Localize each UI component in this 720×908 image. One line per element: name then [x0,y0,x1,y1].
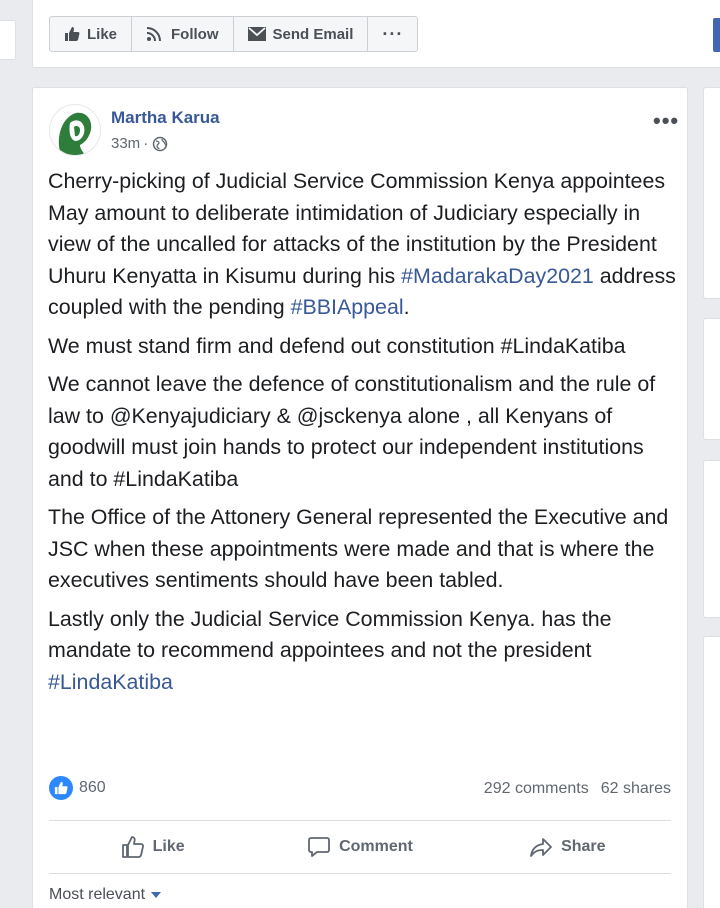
post-timestamp[interactable]: 33m [111,135,140,152]
hashtag-link[interactable]: #LindaKatiba [48,670,173,694]
share-label: Share [561,838,606,855]
author-name[interactable]: Martha Karua [111,108,220,128]
page-actions-bar: Like Follow Send Email ··· [49,16,419,52]
page-more-button[interactable]: ··· [368,17,417,51]
left-panel-edge [0,20,16,60]
page-like-button[interactable]: Like [50,17,133,51]
hashtag-link[interactable]: #BBIAppeal [291,295,404,319]
like-label: Like [152,838,185,855]
post-meta: 33m · [111,135,168,152]
right-sidebar-card [703,636,720,908]
page-actions-card: Like Follow Send Email ··· [32,0,720,68]
like-button[interactable]: Like [49,821,256,873]
right-sidebar-card [703,318,720,440]
post-text: Cherry-picking of Judicial Service Commi… [48,166,676,705]
comment-label: Comment [339,838,413,855]
page-like-label: Like [87,25,118,43]
caret-down-icon [151,892,162,898]
post-text-segment: . [403,295,410,319]
post-action-bar: Like Comment Share [49,821,671,873]
right-sidebar-card [703,87,720,299]
post-text-segment: We must stand firm and defend out consti… [48,333,626,358]
more-dots-icon: ··· [382,23,404,44]
post-paragraph: We cannot leave the defence of constitut… [48,369,676,495]
reaction-count: 860 [79,779,106,796]
post-paragraph: The Office of the Attonery General repre… [48,502,676,597]
meta-separator: · [143,135,149,152]
post-options-icon[interactable]: ••• [653,108,679,134]
share-arrow-icon [530,838,552,857]
thumbs-up-outline-icon [121,836,144,858]
right-sidebar-card [703,460,720,618]
follow-button[interactable]: Follow [132,17,234,51]
reaction-summary[interactable]: 860 [49,776,106,800]
like-reaction-icon [49,776,73,800]
post-text-segment: Lastly only the Judicial Service Commiss… [48,606,612,663]
thumbs-up-icon [65,27,80,41]
divider [49,873,671,874]
engagement-counts: 292 comments 62 shares [484,780,671,798]
post-paragraph: We must stand firm and defend out consti… [48,331,676,363]
post-paragraph: Cherry-picking of Judicial Service Commi… [48,166,676,324]
post-paragraph: Lastly only the Judicial Service Commiss… [48,604,676,699]
author-avatar[interactable] [49,104,101,156]
comment-button[interactable]: Comment [256,821,463,873]
share-button[interactable]: Share [464,821,671,873]
comment-bubble-icon [308,837,330,857]
comment-sort-label: Most relevant [49,886,146,903]
post-text-segment: We cannot leave the defence of constitut… [48,372,656,491]
profile-portrait-icon [50,105,100,155]
comment-sort-dropdown[interactable]: Most relevant [49,886,162,904]
shares-count-link[interactable]: 62 shares [601,780,671,798]
globe-icon [152,136,168,151]
envelope-icon [247,27,266,41]
comments-count-link[interactable]: 292 comments [484,780,589,798]
send-email-button[interactable]: Send Email [234,17,369,51]
follow-label: Follow [171,25,219,43]
primary-action-button-edge[interactable] [713,18,720,52]
post-text-segment: The Office of the Attonery General repre… [48,505,669,592]
post-card: Martha Karua 33m · ••• Cherry-picking of… [32,87,688,908]
hashtag-link[interactable]: #MadarakaDay2021 [401,264,594,288]
send-email-label: Send Email [272,25,354,43]
rss-feed-icon [146,27,162,42]
